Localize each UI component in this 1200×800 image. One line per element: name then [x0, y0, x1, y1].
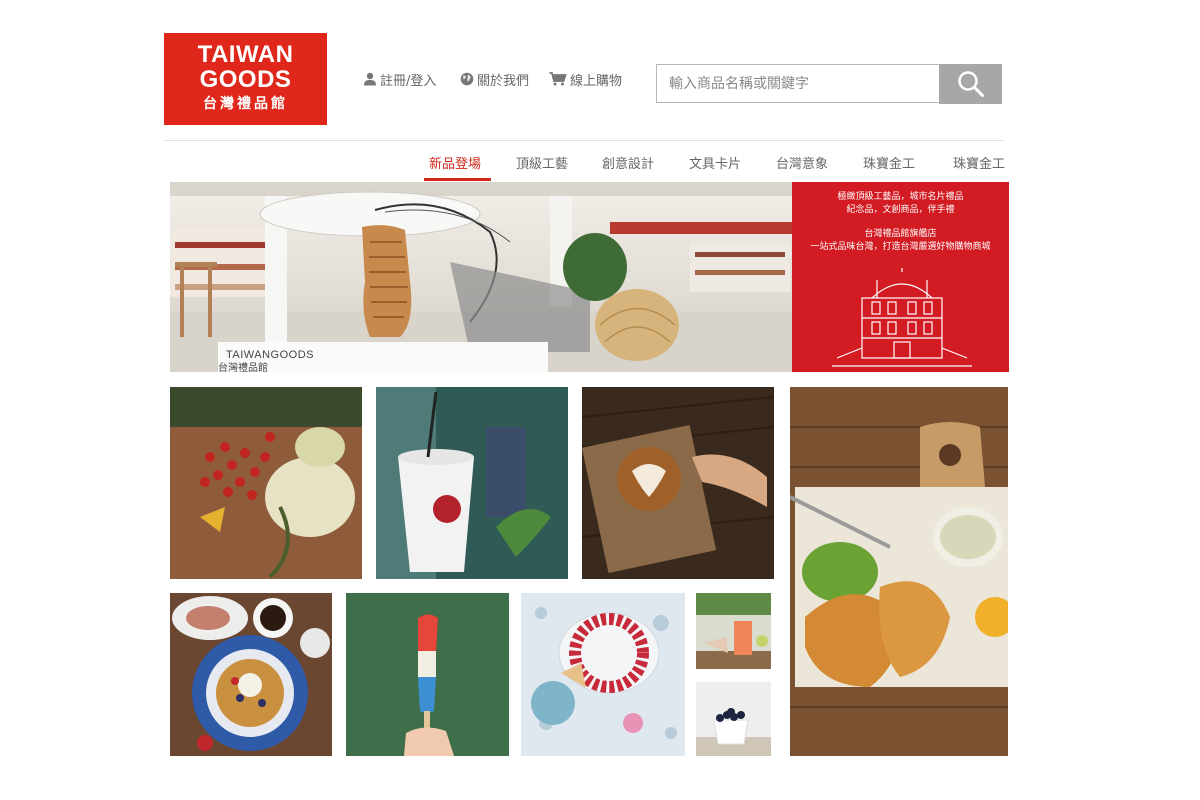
brand-logo-line1: TAIWAN — [197, 41, 294, 68]
brand-logo-line2: GOODS — [199, 66, 292, 93]
promo-line-4: 一站式品味台灣，打造台灣嚴選好物購物商城 — [810, 242, 991, 252]
search-button[interactable] — [939, 64, 1002, 104]
tab-jewelry[interactable]: 珠寶金工 — [863, 153, 915, 172]
tab-jewelry-2[interactable]: 珠寶金工 — [953, 153, 1005, 172]
shop-link-label: 線上購物 — [570, 73, 623, 89]
hero-promo-panel[interactable]: 極緻頂級工藝品，城市名片禮品 紀念品，文創商品，伴手禮 台灣禮品館旗艦店 一站式… — [792, 182, 1009, 372]
about-link[interactable]: 關於我們 — [460, 70, 530, 89]
login-link[interactable]: 註冊/登入 — [363, 70, 437, 89]
latte-art-photo — [582, 387, 774, 579]
fish-and-chips-photo — [790, 387, 1008, 756]
tile-latte-art[interactable] — [582, 387, 774, 579]
smoothie-photo — [696, 593, 771, 669]
tile-coffee-cup[interactable] — [376, 387, 568, 579]
user-icon — [364, 72, 376, 86]
promo-line-3: 台灣禮品館旗艦店 — [864, 229, 937, 239]
blueberries-photo — [696, 682, 771, 756]
about-link-label: 關於我們 — [477, 73, 530, 89]
tab-taiwan-image[interactable]: 台灣意象 — [776, 153, 828, 172]
promo-line-2: 紀念品，文創商品，伴手禮 — [846, 205, 955, 215]
tile-raspberry-cake[interactable] — [521, 593, 685, 756]
globe-icon — [460, 72, 474, 86]
search-icon — [957, 71, 984, 97]
building-illustration-icon — [832, 268, 972, 367]
tile-smoothie[interactable] — [696, 593, 771, 669]
promo-line-1: 極緻頂級工藝品，城市名片禮品 — [837, 192, 964, 202]
coffee-cup-photo — [376, 387, 568, 579]
shop-link[interactable]: 線上購物 — [549, 70, 623, 89]
brand-logo[interactable]: TAIWAN GOODS 台灣禮品館 — [164, 33, 327, 125]
popsicle-photo — [346, 593, 509, 756]
tile-fish-and-chips[interactable] — [790, 387, 1008, 756]
header-divider — [163, 140, 1005, 141]
brand-logo-line3: 台灣禮品館 — [203, 96, 288, 112]
tab-creative-design[interactable]: 創意設計 — [602, 153, 654, 172]
cart-icon — [549, 72, 567, 86]
tile-waffle-breakfast[interactable] — [170, 593, 332, 756]
raspberry-cake-photo — [521, 593, 685, 756]
waffle-breakfast-photo — [170, 593, 332, 756]
hero-store-photo[interactable]: TAIWANGOODS 台灣禮品館 — [170, 182, 792, 372]
berries-flowers-photo — [170, 387, 362, 579]
active-tab-underline — [424, 178, 491, 181]
tab-new-arrivals[interactable]: 新品登場 — [429, 153, 481, 172]
tile-berries-flowers[interactable] — [170, 387, 362, 579]
store-interior-illustration — [170, 182, 792, 372]
hero-photo-brand-cn: 台灣禮品館 — [218, 363, 268, 372]
tab-premium-craft[interactable]: 頂級工藝 — [516, 153, 568, 172]
tile-blueberries[interactable] — [696, 682, 771, 756]
tab-stationery[interactable]: 文具卡片 — [689, 153, 741, 172]
tile-popsicle[interactable] — [346, 593, 509, 756]
login-link-label: 註冊/登入 — [380, 73, 437, 89]
search-input[interactable] — [656, 64, 940, 103]
